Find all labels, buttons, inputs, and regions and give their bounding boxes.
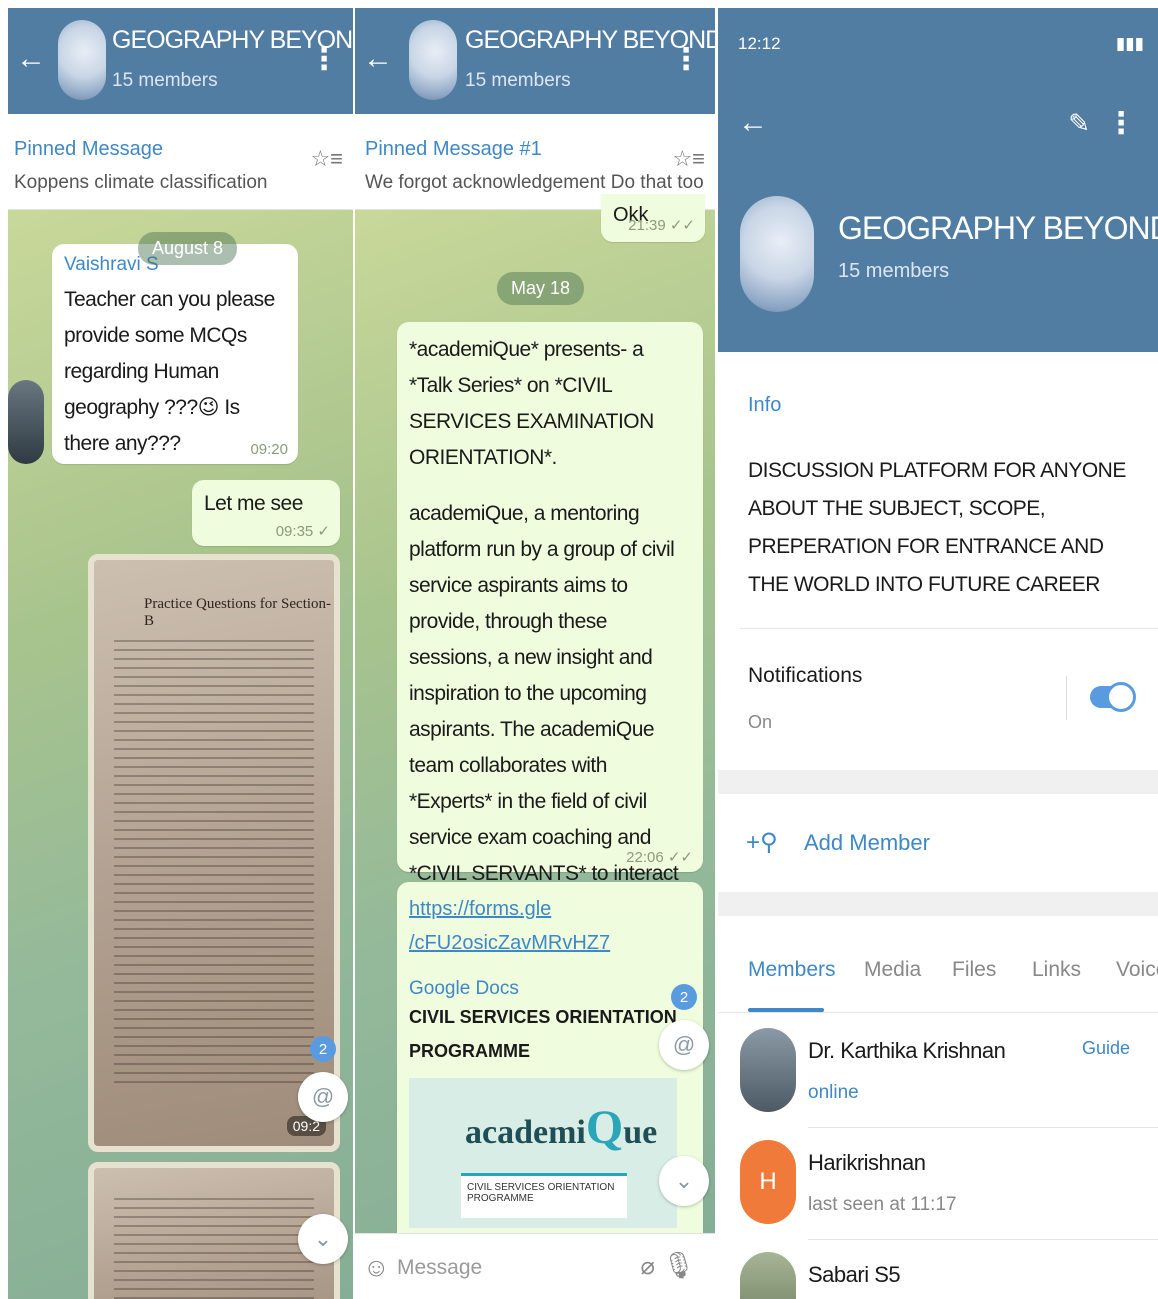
section-gap — [718, 892, 1158, 916]
pinned-message-bar[interactable]: Pinned Message Koppens climate classific… — [8, 114, 353, 210]
photo-text-lines — [114, 1198, 314, 1299]
tab-links[interactable]: Links — [1032, 958, 1081, 982]
tab-media[interactable]: Media — [864, 958, 921, 982]
group-avatar[interactable] — [740, 196, 814, 312]
link-source: Google Docs — [409, 978, 519, 999]
pinned-label: Pinned Message #1 — [365, 138, 542, 160]
link-title: CIVIL SERVICES ORIENTATION PROGRAMME — [409, 1007, 677, 1061]
message-input[interactable]: Message — [397, 1256, 482, 1280]
message-time: 22:06 ✓✓ — [626, 849, 693, 866]
toggle-knob — [1106, 682, 1136, 712]
date-pill: August 8 — [138, 232, 238, 265]
notifications-toggle[interactable] — [1090, 682, 1136, 712]
tab-voice[interactable]: Voice — [1116, 958, 1158, 982]
more-menu-icon[interactable]: ⋮ — [1106, 106, 1136, 141]
avatar[interactable] — [740, 1028, 796, 1112]
scroll-down-button[interactable]: ⌄ — [659, 1156, 709, 1206]
photo-message[interactable]: Practice Questions for Section-B 09:2 — [88, 554, 340, 1152]
preview-caption: CIVIL SERVICES ORIENTATION PROGRAMME — [461, 1173, 627, 1218]
group-avatar[interactable] — [409, 20, 457, 100]
member-name: Harikrishnan — [808, 1150, 926, 1175]
mention-button[interactable]: @ — [659, 1020, 709, 1070]
pinned-label: Pinned Message — [14, 138, 163, 160]
chat-panel-middle: ← GEOGRAPHY BEYOND... 15 members ⋮ Pinne… — [355, 8, 715, 1299]
member-row[interactable]: Sabari S5 — [718, 1240, 1158, 1299]
group-info-panel: 12:12 ▮▮▮ ← ✎ ⋮ GEOGRAPHY BEYOND THE I 1… — [718, 8, 1158, 1299]
member-row[interactable]: Dr. Karthika Krishnan online Guide — [718, 1016, 1158, 1128]
pinned-text: Koppens climate classification — [14, 172, 268, 193]
member-row[interactable]: H Harikrishnan last seen at 11:17 — [718, 1128, 1158, 1240]
member-status: last seen at 11:17 — [808, 1194, 957, 1215]
message-time: 21:39 ✓✓ — [628, 217, 695, 234]
pinned-list-icon[interactable]: ☆≡ — [672, 146, 705, 172]
notifications-value: On — [748, 712, 773, 732]
microphone-icon[interactable]: 🎙 — [662, 1250, 695, 1281]
message-bubble-outgoing[interactable]: *academiQue* presents- a *Talk Series* o… — [397, 322, 703, 957]
notifications-label[interactable]: Notifications — [748, 664, 862, 688]
back-arrow-icon[interactable]: ← — [738, 106, 768, 140]
member-count: 15 members — [838, 260, 950, 282]
member-role: Guide — [1081, 1038, 1130, 1058]
chat-area: Okk 21:39 ✓✓ May 18 *academiQue* present… — [355, 194, 715, 1282]
back-arrow-icon[interactable]: ← — [363, 42, 393, 76]
message-bubble-outgoing[interactable]: Let me see 09:35 ✓ — [192, 480, 340, 546]
group-description: DISCUSSION PLATFORM FOR ANYONE ABOUT THE… — [748, 459, 1126, 596]
more-menu-icon[interactable]: ⋮ — [309, 42, 339, 77]
message-bubble-outgoing[interactable]: Okk 21:39 ✓✓ — [601, 194, 705, 242]
attach-icon[interactable]: ⌀ — [641, 1252, 655, 1281]
unread-mention-badge: 2 — [671, 984, 697, 1010]
chat-area: Vaishravi S Teacher can you please provi… — [8, 210, 353, 1299]
form-link[interactable]: https://forms.gle /cFU2osicZavMRvHZ7 — [409, 892, 691, 960]
photo-text-lines — [114, 640, 314, 1086]
battery-icon: ▮▮▮ — [1115, 34, 1144, 53]
scroll-down-button[interactable]: ⌄ — [298, 1214, 348, 1264]
emoji-icon[interactable]: ☺ — [363, 1252, 390, 1283]
chat-header: ← GEOGRAPHY BEYOND... 15 members ⋮ — [355, 8, 715, 114]
add-member-button[interactable]: Add Member — [804, 830, 930, 856]
member-count: 15 members — [112, 70, 218, 91]
avatar[interactable] — [740, 1252, 796, 1299]
separator — [1066, 676, 1067, 720]
photo-heading: Practice Questions for Section-B — [144, 596, 332, 629]
pinned-list-icon[interactable]: ☆≡ — [310, 146, 343, 172]
more-menu-icon[interactable]: ⋮ — [671, 42, 701, 77]
tab-files[interactable]: Files — [952, 958, 996, 982]
link-message[interactable]: https://forms.gle /cFU2osicZavMRvHZ7 Goo… — [397, 882, 703, 1282]
chat-panel-left: ← GEOGRAPHY BEYOND... 15 members ⋮ Pinne… — [8, 8, 353, 1299]
group-avatar[interactable] — [58, 20, 106, 100]
pinned-text: We forgot acknowledgement Do that too — [365, 172, 704, 193]
message-bubble[interactable]: Vaishravi S Teacher can you please provi… — [52, 244, 298, 464]
info-label: Info — [748, 394, 782, 416]
message-text-intro: *academiQue* presents- a *Talk Series* o… — [409, 338, 654, 469]
member-count: 15 members — [465, 70, 571, 91]
date-pill: May 18 — [497, 272, 585, 305]
profile-header: ← ✎ ⋮ GEOGRAPHY BEYOND THE I 15 members — [718, 80, 1158, 352]
divider — [740, 628, 1158, 629]
message-input-bar: ☺ Message ⌀ 🎙 — [355, 1233, 715, 1299]
status-time: 12:12 — [738, 34, 781, 53]
member-name: Sabari S5 — [808, 1262, 901, 1287]
message-text: Let me see — [204, 492, 303, 515]
status-bar: 12:12 ▮▮▮ — [718, 8, 1158, 80]
member-name: Dr. Karthika Krishnan — [808, 1038, 1006, 1063]
divider — [718, 1012, 1158, 1013]
mention-button[interactable]: @ — [298, 1072, 348, 1122]
link-preview-image[interactable]: academiQue CIVIL SERVICES ORIENTATION PR… — [409, 1078, 677, 1228]
group-title: GEOGRAPHY BEYOND THE I — [838, 210, 1158, 246]
edit-pencil-icon[interactable]: ✎ — [1068, 108, 1090, 139]
tab-members[interactable]: Members — [748, 958, 836, 982]
media-tabs: Members Media Files Links Voice — [718, 932, 1158, 1012]
chat-header: ← GEOGRAPHY BEYOND... 15 members ⋮ — [8, 8, 353, 114]
unread-mention-badge: 2 — [310, 1036, 336, 1062]
avatar[interactable]: H — [740, 1140, 796, 1224]
message-time: 09:20 — [250, 441, 288, 458]
member-status: online — [808, 1082, 859, 1103]
sender-avatar[interactable] — [8, 380, 44, 464]
academique-logo: academiQue — [465, 1101, 658, 1154]
message-time: 09:35 ✓ — [275, 523, 330, 540]
message-text: Teacher can you please provide some MCQs… — [64, 288, 275, 455]
back-arrow-icon[interactable]: ← — [16, 42, 46, 76]
add-member-icon[interactable]: +⚲ — [746, 828, 778, 857]
section-gap — [718, 770, 1158, 794]
